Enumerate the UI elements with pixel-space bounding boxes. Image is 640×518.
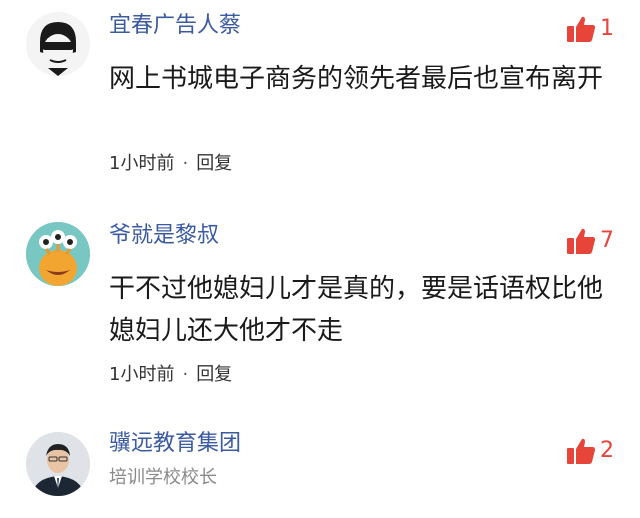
comment-item: 爷就是黎叔 7 干不过他媳妇儿才是真的，要是话语权比他媳妇儿还大他才不走 1小时… — [0, 210, 640, 410]
thumbs-up-icon — [567, 228, 596, 254]
comment-text: 干不过他媳妇儿才是真的，要是话语权比他媳妇儿还大他才不走 — [109, 274, 604, 346]
monster-avatar-icon — [26, 222, 90, 286]
separator-dot: · — [182, 153, 189, 174]
like-count: 1 — [600, 16, 614, 41]
like-count: 7 — [600, 228, 614, 253]
username[interactable]: 爷就是黎叔 — [109, 222, 219, 250]
avatar[interactable] — [26, 12, 90, 76]
user-title: 培训学校校长 — [109, 467, 217, 488]
username[interactable]: 骥远教育集团 — [109, 430, 241, 458]
like-button[interactable]: 1 — [566, 14, 614, 44]
like-button[interactable]: 7 — [566, 226, 614, 256]
reply-button[interactable]: 回复 — [196, 153, 232, 174]
timestamp: 1小时前 — [109, 364, 175, 385]
thumbs-up-icon — [567, 438, 596, 464]
comment-item: 宜春广告人蔡 1 网上书城电子商务的领先者最后也宣布离开 1小时前 · 回复 — [0, 0, 640, 190]
thumbs-up-icon — [567, 16, 596, 42]
comment-meta: 1小时前 · 回复 — [109, 152, 232, 176]
like-button[interactable]: 2 — [566, 436, 614, 466]
person-photo-avatar-icon — [26, 432, 90, 496]
cartoon-face-avatar-icon — [26, 12, 90, 76]
comment-item: 骥远教育集团 培训学校校长 2 — [0, 420, 640, 518]
avatar[interactable] — [26, 222, 90, 286]
timestamp: 1小时前 — [109, 153, 175, 174]
separator-dot: · — [182, 364, 189, 385]
comment-text: 网上书城电子商务的领先者最后也宣布离开 — [109, 64, 604, 94]
like-count: 2 — [600, 438, 614, 463]
reply-button[interactable]: 回复 — [196, 364, 232, 385]
username[interactable]: 宜春广告人蔡 — [109, 12, 241, 40]
avatar[interactable] — [26, 432, 90, 496]
comment-meta: 1小时前 · 回复 — [109, 363, 232, 387]
